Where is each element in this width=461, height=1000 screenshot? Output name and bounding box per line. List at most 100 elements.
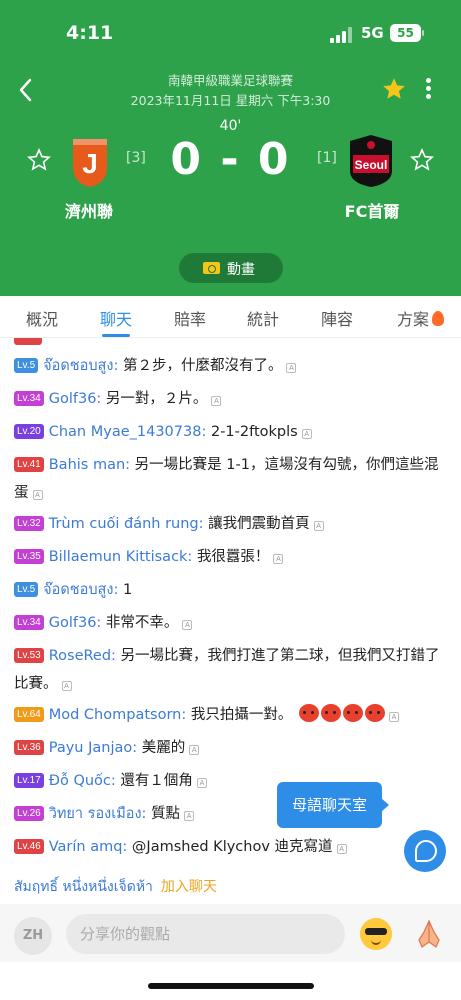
translate-icon[interactable]: A [336,844,347,854]
level-badge: Lv.41 [14,457,44,472]
chat-message[interactable]: Lv.32 Trùm cuối đánh rung: 讓我們震動首頁 A [14,510,444,538]
language-switch-button[interactable]: ZH [14,917,52,955]
level-badge: Lv.5 [14,582,39,597]
chat-message[interactable]: Lv.46 Varín amq: @Jamshed Klychov 迪克寫道 A [14,833,444,861]
translate-icon[interactable]: A [286,363,297,373]
fire-icon [432,311,445,326]
chat-text: 第２步，什麼都沒有了。 [122,358,283,374]
angry-emoji-icon [364,704,385,722]
chat-message[interactable]: Lv.20 Chan Myae_1430738: 2-1-2ftokpls A [14,418,444,446]
chat-message[interactable]: Lv.64 Mod Chompatsorn: 我只拍攝一對。 A [14,701,444,729]
chat-text: 美麗的 [141,740,186,756]
match-minute: 40' [219,118,242,134]
translate-icon[interactable]: A [32,490,43,500]
translate-icon[interactable]: A [388,712,399,722]
animation-button[interactable]: 動畫 [179,253,283,283]
tab-lineup[interactable]: 陣容 [321,306,353,330]
chat-message[interactable]: Lv.41 Bahis man: 另一場比賽是 1-1，這場沒有勾號，你們這些混蛋… [14,451,444,507]
sunglasses-emoji-icon[interactable] [360,918,392,950]
match-header: 4:11 5G 55 南韓甲級職業足球聯賽 2023年11月11日 星期六 下午… [0,0,461,296]
chat-username[interactable]: Chan Myae_1430738: [49,424,207,440]
chat-text: 還有１個角 [120,773,193,789]
level-badge: Lv.34 [14,391,44,406]
home-indicator [148,983,314,989]
chat-text: 2-1-2ftokpls [210,424,298,440]
tab-overview[interactable]: 概況 [26,306,58,330]
translate-icon[interactable]: A [301,429,312,439]
chat-username[interactable]: RoseRed: [49,648,116,664]
chat-username[interactable]: Payu Janjao: [49,740,137,756]
battery-icon: 55 [390,24,421,42]
angry-emoji-icon [320,704,341,722]
level-badge [14,338,42,345]
level-badge: Lv.20 [14,424,44,439]
tab-bar: 概況 聊天 賠率 統計 陣容 方案 [0,296,461,338]
translate-icon[interactable]: A [313,521,324,531]
svg-text:Seoul: Seoul [355,158,388,172]
join-username[interactable]: สัมฤทธิ์ หนึ่งหนึ่งเจ็ดห้า [14,879,153,895]
tab-plans[interactable]: 方案 [397,306,445,330]
level-badge: Lv.34 [14,615,44,630]
chat-input-bar: ZH [0,904,461,962]
chat-username[interactable]: จ๊อดชอบสูง: [43,358,118,374]
away-follow-star-icon[interactable] [410,148,434,172]
translate-icon[interactable]: A [182,620,193,630]
signal-icon [330,27,354,43]
pray-emoji-icon[interactable] [414,918,444,950]
chat-message[interactable]: Lv.5 จ๊อดชอบสูง: 1 [14,576,444,604]
chat-username[interactable]: วิทยา รองเมือง: [49,806,147,822]
home-team-name[interactable]: 濟州聯 [29,198,149,222]
translate-icon[interactable]: A [189,745,200,755]
network-label: 5G [361,24,384,42]
level-badge: Lv.46 [14,839,44,854]
translate-icon[interactable]: A [196,778,207,788]
level-badge: Lv.36 [14,740,44,755]
pitch-icon [203,262,220,274]
chat-username[interactable]: Trùm cuối đánh rung: [49,516,204,532]
battery-tip [422,30,424,36]
chat-username[interactable]: Đỗ Quốc: [49,773,116,789]
svg-text:J: J [82,148,98,179]
level-badge: Lv.35 [14,549,44,564]
chat-message[interactable]: Lv.34 Golf36: 非常不幸。 A [14,609,444,637]
join-notice: สัมฤทธิ์ หนึ่งหนึ่งเจ็ดห้า 加入聊天 [14,876,217,898]
favorite-star-icon[interactable] [380,76,408,102]
native-language-room-button[interactable]: 母語聊天室 [277,782,389,828]
translate-icon[interactable]: A [61,681,72,691]
translate-icon[interactable]: A [211,396,222,406]
status-time: 4:11 [66,22,114,44]
chat-message[interactable]: Lv.34 Golf36: 另一對，２片。 A [14,385,444,413]
join-chat-link[interactable]: 加入聊天 [161,879,217,895]
chat-message[interactable]: Lv.35 Billaemun Kittisack: 我很囂張！ A [14,543,444,571]
chat-username[interactable]: Billaemun Kittisack: [49,549,193,565]
chat-username[interactable]: Bahis man: [49,457,130,473]
home-team-rank: [3] [126,150,146,166]
chat-message[interactable]: Lv.53 RoseRed: 另一場比賽，我們打進了第二球，但我們又打錯了比賽。 A [14,642,444,698]
translate-icon[interactable]: A [184,811,195,821]
level-badge: Lv.53 [14,648,44,663]
home-follow-star-icon[interactable] [27,148,51,172]
chat-message[interactable]: Lv.36 Payu Janjao: 美麗的 A [14,734,444,762]
chat-username[interactable]: Golf36: [49,391,102,407]
status-bar: 4:11 5G 55 [0,0,461,62]
level-badge: Lv.5 [14,358,39,373]
chat-username[interactable]: Golf36: [49,615,102,631]
chat-username[interactable]: Varín amq: [49,839,128,855]
chat-text: 質點 [151,806,181,822]
active-tab-indicator [102,334,130,337]
more-menu-icon[interactable] [422,76,436,102]
away-team-logo[interactable]: Seoul [344,133,398,189]
chat-input[interactable] [66,914,345,954]
tab-stats[interactable]: 統計 [247,306,279,330]
language-room-icon[interactable] [404,830,446,872]
tab-chat[interactable]: 聊天 [100,306,132,330]
away-team-name[interactable]: FC首爾 [312,198,432,222]
tab-odds[interactable]: 賠率 [174,306,206,330]
chat-message[interactable]: Lv.5 จ๊อดชอบสูง: 第２步，什麼都沒有了。 A [14,352,444,380]
translate-icon[interactable]: A [273,554,284,564]
chat-list[interactable]: Lv.5 จ๊อดชอบสูง: 第２步，什麼都沒有了。 A Lv.34 Golf36… [0,338,461,873]
home-team-logo[interactable]: J [63,133,117,189]
chat-username[interactable]: จ๊อดชอบสูง: [43,582,118,598]
level-badge: Lv.32 [14,516,44,531]
chat-username[interactable]: Mod Chompatsorn: [49,707,187,723]
